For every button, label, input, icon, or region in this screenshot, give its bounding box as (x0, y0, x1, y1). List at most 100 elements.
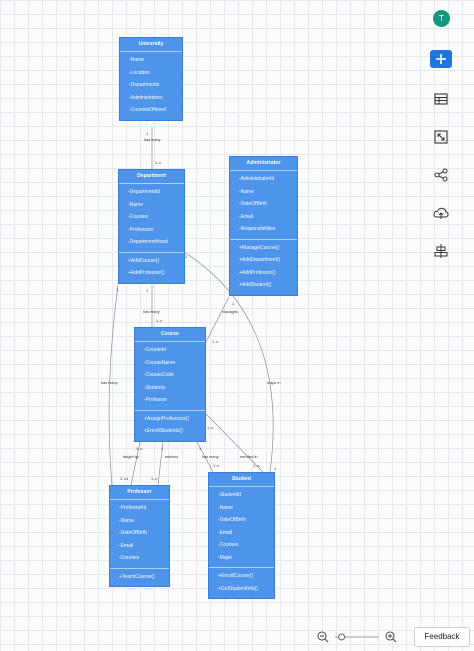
attribute-item: -Name (218, 504, 234, 511)
share-button[interactable] (432, 166, 450, 184)
attribute-item: -Email (119, 542, 134, 549)
attributes-section: -StudentId -Name -DateOfBirth -Email -Course… (209, 486, 274, 567)
attribute-item: -Name (239, 188, 255, 195)
zoom-slider-handle[interactable] (338, 633, 346, 641)
multiplicity-label: 1 (232, 302, 234, 306)
zoom-in-button[interactable] (384, 628, 398, 646)
relation-label: major in (267, 381, 281, 385)
methods-section: +AssignProfessors() +EnrollStudents() (135, 409, 205, 441)
multiplicity-label: 1..n (136, 447, 142, 451)
share-icon (434, 168, 448, 182)
multiplicity-label: 1..n (156, 319, 162, 323)
relation-label: manages (222, 310, 238, 314)
multiplicity-label: 1 (185, 255, 187, 259)
table-icon (434, 93, 448, 105)
relation-line-administrator-course[interactable] (205, 296, 230, 343)
attribute-item: -CourseName (144, 359, 176, 366)
method-item: +AddProfessor() (239, 269, 276, 276)
attribute-item: -DateOfBirth (239, 201, 267, 207)
cloud-upload-button[interactable] (432, 204, 450, 222)
zoom-slider[interactable] (333, 628, 381, 646)
method-item: +TeachCourse() (119, 573, 155, 580)
class-name: Course (161, 331, 179, 337)
add-shape-button[interactable] (430, 50, 452, 68)
class-name: Administrator (246, 160, 281, 166)
attribute-item: -Departments (129, 82, 160, 88)
attribute-item: -CourseCode (144, 372, 174, 378)
attribute-item: -Professor (144, 397, 168, 403)
multiplicity-label: 1 (199, 447, 201, 451)
method-item: +ManageCourse() (239, 244, 280, 251)
class-course[interactable]: Course -CourseId -CourseName -CourseCode -St… (134, 327, 206, 442)
relation-line-department-professor[interactable] (108, 284, 119, 486)
table-button[interactable] (432, 90, 450, 108)
class-professor[interactable]: Professor -ProfessorId -Name -DateOfBirth -E… (109, 485, 170, 587)
zoom-out-button[interactable] (316, 628, 330, 646)
relation-label: has many (202, 455, 219, 459)
relation-label: teaches (165, 455, 178, 459)
method-item: +GetStudentInfo() (218, 585, 258, 592)
attribute-item: -CoursesOffered (129, 107, 166, 113)
class-name: University (138, 41, 164, 47)
attribute-item: -DepartmentId (128, 189, 160, 195)
method-item: +AddProfessor() (128, 270, 165, 276)
multiplicity-label: 1 (126, 477, 128, 481)
attribute-item: -Administrators (129, 94, 163, 101)
multiplicity-label: 1..n (212, 340, 218, 344)
attribute-item: -Email (218, 529, 233, 536)
attribute-item: -StudentId (218, 492, 242, 498)
attributes-section: -Name -Location -Departments -Administrator… (120, 51, 182, 120)
multiplicity-label: 1 (274, 467, 276, 471)
method-item: +AssignProfessors() (144, 415, 190, 422)
attributes-section: -AdministratorId -Name -DateOfBirth -Email -… (230, 170, 297, 239)
zoom-in-icon (385, 631, 397, 643)
class-university[interactable]: University -Name -Location -Departments -Adm… (119, 37, 183, 121)
multiplicity-label: 1..n (213, 464, 219, 468)
multiplicity-label: 1 (116, 288, 118, 292)
multiplicity-label: 1..n (207, 426, 213, 430)
multiplicity-label: 1..n (253, 464, 259, 468)
attribute-item: -Name (129, 57, 145, 63)
attribute-item: -Students (144, 384, 166, 391)
attribute-item: -Location (129, 69, 150, 76)
attribute-item: -Name (128, 201, 144, 208)
method-item: +EnrollStudents() (144, 428, 183, 434)
user-avatar[interactable]: T (433, 10, 450, 27)
class-department[interactable]: Department -DepartmentId -Name -Courses -Pro… (118, 169, 185, 284)
attributes-section: -DepartmentId -Name -Courses -Professors -De… (119, 183, 184, 252)
attributes-section: -CourseId -CourseName -CourseCode -Students… (135, 341, 205, 410)
attribute-item: -Email (239, 213, 254, 220)
zoom-out-icon (317, 631, 329, 643)
attribute-item: -AdministratorId (239, 176, 275, 182)
fit-screen-icon (434, 130, 448, 144)
relation-label: has many (101, 381, 118, 385)
align-button[interactable] (432, 242, 450, 260)
multiplicity-label: 1..n (155, 161, 161, 165)
attributes-section: -ProfessorId -Name -DateOfBirth -Email -Cour… (110, 499, 169, 568)
class-name: Department (137, 173, 166, 179)
method-item: +AddDepartment() (239, 257, 281, 263)
relation-label: enrolled in (240, 455, 258, 459)
fit-screen-button[interactable] (432, 128, 450, 146)
attribute-item: -Major (218, 554, 233, 561)
methods-section: +AddCourse() +AddProfessor() (119, 251, 184, 283)
class-student[interactable]: Student -StudentId -Name -DateOfBirth -Email… (208, 472, 275, 599)
class-administrator[interactable]: Administrator -AdministratorId -Name -DateO… (229, 156, 298, 296)
attribute-item: -Professors (128, 226, 154, 233)
attribute-item: -DateOfBirth (119, 530, 147, 536)
attribute-item: -Courses (218, 542, 239, 548)
align-center-icon (434, 244, 448, 258)
method-item: +AddCourse() (128, 257, 160, 264)
attribute-item: -DepartmentHead (128, 239, 168, 245)
relation-label: taught by (123, 455, 139, 459)
feedback-button[interactable]: Feedback (414, 627, 470, 647)
methods-section: +EnrollCourse() +GetStudentInfo() (209, 567, 274, 598)
multiplicity-label: 1 (146, 132, 148, 136)
method-item: +EnrollCourse() (218, 573, 254, 579)
relation-label: has many (144, 138, 161, 142)
attribute-item: -Responsibilities (239, 226, 276, 232)
methods-section: +ManageCourse() +AddDepartment() +AddProfe… (230, 238, 297, 295)
multiplicity-label: 1..n (151, 477, 157, 481)
attribute-item: -Courses (119, 555, 140, 561)
diagram-canvas[interactable]: has many 1 1..n has many 1 1..n has many 1 1..n m… (0, 0, 474, 651)
